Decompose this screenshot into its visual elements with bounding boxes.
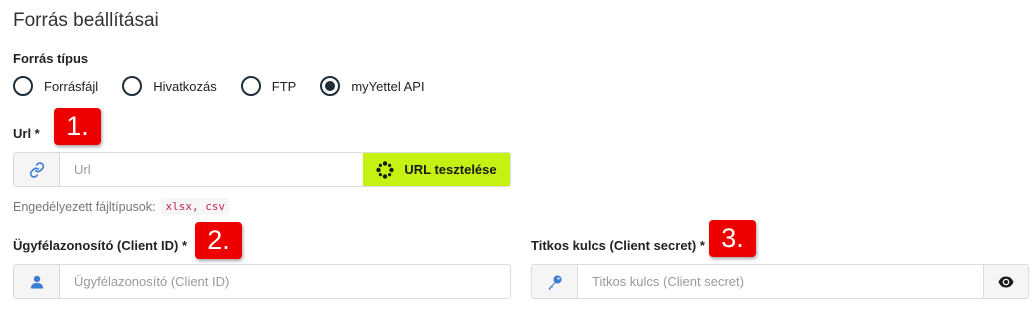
url-test-button[interactable]: URL tesztelése bbox=[363, 153, 510, 186]
source-type-radio-group: Forrásfájl Hivatkozás FTP myYettel API bbox=[13, 76, 449, 96]
radio-circle-selected[interactable] bbox=[320, 76, 341, 96]
radio-selected-dot bbox=[325, 81, 336, 91]
source-type-label: Forrás típus bbox=[13, 51, 89, 66]
radio-forrasfajl[interactable]: Forrásfájl bbox=[13, 76, 98, 96]
url-field-group: URL tesztelése bbox=[13, 152, 511, 187]
radio-ftp[interactable]: FTP bbox=[240, 76, 297, 96]
radio-hivatkozas[interactable]: Hivatkozás bbox=[122, 76, 217, 96]
spinner-icon bbox=[376, 160, 395, 179]
radio-label: Forrásfájl bbox=[44, 78, 99, 94]
allowed-file-types-value: xlsx, csv bbox=[161, 198, 230, 215]
allowed-file-types-hint: Engedélyezett fájltípusok: xlsx, csv bbox=[13, 198, 230, 215]
allowed-file-types-label: Engedélyezett fájltípusok: bbox=[13, 199, 156, 214]
annotation-badge-1: 1. bbox=[54, 108, 101, 145]
client-id-input[interactable] bbox=[60, 265, 510, 298]
url-label: Url * bbox=[13, 126, 40, 141]
client-secret-label: Titkos kulcs (Client secret) * bbox=[531, 238, 705, 253]
user-icon bbox=[14, 265, 60, 298]
link-icon bbox=[14, 153, 60, 186]
annotation-badge-3: 3. bbox=[709, 220, 756, 257]
url-input[interactable] bbox=[60, 153, 363, 186]
annotation-badge-2: 2. bbox=[195, 222, 242, 259]
radio-label: Hivatkozás bbox=[153, 78, 217, 94]
key-icon bbox=[532, 265, 578, 298]
eye-icon[interactable] bbox=[983, 265, 1028, 298]
radio-circle[interactable] bbox=[240, 76, 261, 96]
radio-circle[interactable] bbox=[122, 76, 143, 96]
client-id-label: Ügyfélazonosító (Client ID) * bbox=[13, 238, 188, 253]
radio-label: FTP bbox=[271, 78, 297, 94]
client-id-field-group bbox=[13, 264, 511, 299]
url-test-button-label: URL tesztelése bbox=[404, 162, 497, 177]
radio-label: myYettel API bbox=[351, 78, 425, 94]
client-secret-field-group bbox=[531, 264, 1029, 299]
section-title: Forrás beállításai bbox=[13, 10, 159, 31]
client-secret-input[interactable] bbox=[578, 265, 983, 298]
radio-circle[interactable] bbox=[13, 76, 33, 96]
radio-myyettel-api[interactable]: myYettel API bbox=[320, 76, 425, 96]
